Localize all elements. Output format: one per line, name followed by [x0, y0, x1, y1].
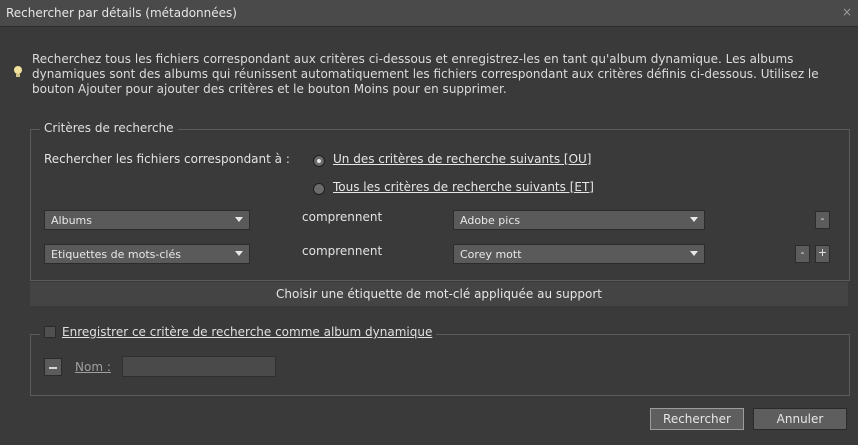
- save-label[interactable]: Enregistrer ce critère de recherche comm…: [62, 325, 432, 339]
- chevron-down-icon: [235, 217, 243, 222]
- remove-criteria-button[interactable]: -: [795, 245, 810, 263]
- criteria-field-dropdown[interactable]: Etiquettes de mots-clés: [44, 244, 250, 264]
- criteria-legend: Critères de recherche: [40, 121, 178, 135]
- criteria-operator: comprennent: [302, 244, 383, 258]
- criteria-field-dropdown[interactable]: Albums: [44, 210, 250, 230]
- title-bar: Rechercher par détails (métadonnées) ×: [0, 0, 858, 27]
- window-title: Rechercher par détails (métadonnées): [6, 6, 237, 20]
- criteria-value-text: Adobe pics: [460, 214, 521, 227]
- name-input[interactable]: [122, 356, 276, 377]
- name-label: Nom :: [75, 360, 111, 374]
- chevron-down-icon: [690, 217, 698, 222]
- criteria-value-dropdown[interactable]: Adobe pics: [453, 210, 705, 230]
- criteria-field-value: Etiquettes de mots-clés: [51, 248, 181, 261]
- criteria-value-text: Corey mott: [460, 248, 522, 261]
- add-criteria-button[interactable]: +: [815, 245, 830, 263]
- match-label: Rechercher les fichiers correspondant à …: [44, 152, 290, 166]
- save-checkbox[interactable]: [44, 326, 56, 338]
- criteria-value-dropdown[interactable]: Corey mott: [453, 244, 705, 264]
- radio-or[interactable]: [313, 155, 325, 167]
- hint-text: Choisir une étiquette de mot-clé appliqu…: [30, 282, 848, 306]
- lightbulb-icon: [13, 66, 23, 78]
- search-button[interactable]: Rechercher: [650, 408, 744, 430]
- close-icon[interactable]: ×: [842, 5, 852, 19]
- radio-and[interactable]: [313, 183, 325, 195]
- radio-or-label[interactable]: Un des critères de recherche suivants [O…: [333, 152, 591, 166]
- chevron-down-icon: [690, 251, 698, 256]
- radio-and-label[interactable]: Tous les critères de recherche suivants …: [333, 180, 594, 194]
- criteria-field-value: Albums: [51, 214, 92, 227]
- chevron-down-icon: [235, 251, 243, 256]
- info-text: Recherchez tous les fichiers corresponda…: [32, 52, 819, 96]
- criteria-operator: comprennent: [302, 210, 383, 224]
- remove-criteria-button[interactable]: -: [815, 211, 830, 229]
- cancel-button[interactable]: Annuler: [753, 408, 847, 430]
- minus-icon-button[interactable]: [44, 358, 62, 376]
- save-legend[interactable]: Enregistrer ce critère de recherche comm…: [40, 325, 437, 339]
